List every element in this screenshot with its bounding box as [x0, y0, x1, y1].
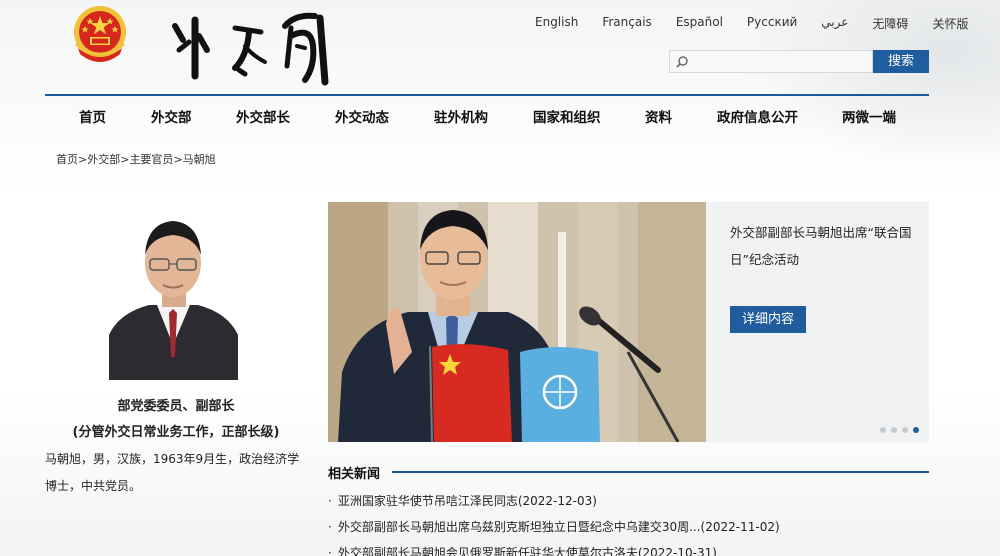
slider-dot[interactable] [880, 427, 886, 433]
slider-dot[interactable] [902, 427, 908, 433]
nav-item-missions-abroad[interactable]: 驻外机构 [434, 106, 488, 126]
official-portrait [109, 205, 238, 380]
detail-button[interactable]: 详细内容 [730, 306, 806, 333]
related-news-divider [392, 471, 929, 473]
slide-caption-panel: 外交部副部长马朝旭出席“联合国日”纪念活动 详细内容 [706, 202, 929, 442]
official-title-line2: (分管外交日常业务工作，正部长级) [72, 425, 280, 440]
news-item[interactable]: 亚洲国家驻华使节吊唁江泽民同志(2022-12-03) [328, 491, 780, 517]
lang-arabic-link[interactable]: عربي [821, 15, 848, 29]
breadcrumb-current: 马朝旭 [182, 153, 216, 166]
nav-item-home[interactable]: 首页 [79, 106, 106, 126]
nav-item-minister[interactable]: 外交部长 [236, 106, 290, 126]
breadcrumb: 首页>外交部>主要官员>马朝旭 [56, 153, 216, 166]
lang-spanish-link[interactable]: Español [676, 15, 723, 29]
search-button[interactable]: 搜索 [873, 50, 929, 73]
national-emblem-logo[interactable] [70, 4, 130, 68]
nav-item-gov-info[interactable]: 政府信息公开 [717, 106, 798, 126]
lang-french-link[interactable]: Français [602, 15, 651, 29]
nav-item-countries-orgs[interactable]: 国家和组织 [533, 106, 601, 126]
lang-russian-link[interactable]: Русский [747, 15, 797, 29]
breadcrumb-officials[interactable]: 主要官员 [129, 153, 173, 166]
nav-item-resources[interactable]: 资料 [645, 106, 672, 126]
official-title-line1: 部党委委员、副部长 [117, 399, 235, 414]
slider-dot[interactable] [891, 427, 897, 433]
breadcrumb-home[interactable]: 首页 [56, 153, 78, 166]
slider-dot-active[interactable] [913, 427, 919, 433]
related-news-list: 亚洲国家驻华使节吊唁江泽民同志(2022-12-03) 外交部副部长马朝旭出席乌… [328, 491, 780, 556]
news-item[interactable]: 外交部副部长马朝旭出席乌兹别克斯坦独立日暨纪念中乌建交30周...(2022-1… [328, 517, 780, 543]
accessibility-link[interactable]: 无障碍 [872, 15, 908, 31]
related-news-heading: 相关新闻 [328, 467, 381, 482]
nav-item-diplomatic-news[interactable]: 外交动态 [335, 106, 389, 126]
breadcrumb-ministry[interactable]: 外交部 [87, 153, 120, 166]
search-icon [676, 56, 688, 68]
lang-english-link[interactable]: English [535, 15, 578, 29]
header-divider [45, 94, 929, 96]
search-input[interactable] [669, 50, 873, 73]
slider-pagination [880, 427, 919, 433]
nav-item-ministry[interactable]: 外交部 [151, 106, 192, 126]
language-switcher: English Français Español Русский عربي 无障… [535, 15, 968, 31]
ministry-calligraphy-logo[interactable] [165, 6, 335, 86]
nav-item-wechat-weibo[interactable]: 两微一端 [842, 106, 896, 126]
slide-photo[interactable] [328, 202, 706, 442]
search-bar: 搜索 [669, 50, 929, 73]
official-bio: 马朝旭，男，汉族，1963年9月生，政治经济学博士，中共党员。 [45, 452, 300, 493]
care-version-link[interactable]: 关怀版 [932, 15, 968, 31]
slide-caption[interactable]: 外交部副部长马朝旭出席“联合国日”纪念活动 [730, 219, 916, 273]
news-item[interactable]: 外交部副部长马朝旭会见俄罗斯新任驻华大使莫尔古洛夫(2022-10-31) [328, 543, 780, 556]
